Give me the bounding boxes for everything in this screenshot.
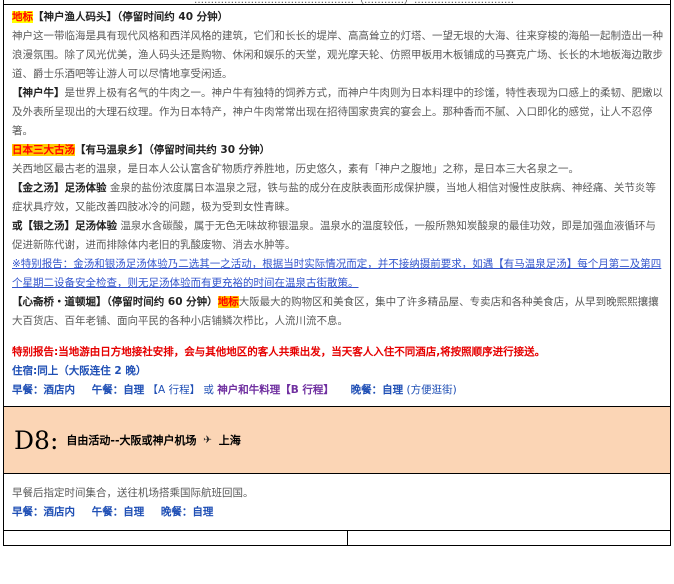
breakfast-info: 早餐：酒店内 xyxy=(12,384,75,396)
shinsaibashi-paragraph: 【心斋桥・道顿堀】（停留时间约 60 分钟）地标大阪最大的购物区和美食区，集中了… xyxy=(12,293,664,331)
kin-no-yu-text: 金泉的盐份浓度属日本温泉之冠，铁与盐的成分在皮肤表面形成保护膜，当地人相信对慢性… xyxy=(12,182,656,213)
lunch-plan-a: 【A 行程】 xyxy=(147,384,201,396)
dinner-note: (方便逛街) xyxy=(406,384,457,396)
arima-onsen-text: 关西地区最古老的温泉，是日本人公认富含矿物质疗养胜地，历史悠久，素有「神户之腹地… xyxy=(12,163,579,175)
ancient-spa-tag: 日本三大古汤 xyxy=(12,144,75,156)
day8-header: D8: 自由活动--大阪或神户机场 ✈ 上海 xyxy=(4,406,670,474)
shinsaibashi-title: 【心斋桥・道顿堀】（停留时间约 60 分钟） xyxy=(12,296,218,308)
meals-day8: 早餐：酒店内 午餐：自理 晚餐：自理 xyxy=(12,503,664,522)
next-row-cut-off xyxy=(4,530,670,545)
landmark-tag: 地标 xyxy=(12,11,33,23)
kobe-beef-title: 【神户牛】 xyxy=(12,87,65,99)
gin-no-yu-paragraph: 或【银之汤】足汤体验 温泉水含碳酸，属于无色无味故称银温泉。温泉水的温度较低，一… xyxy=(12,217,664,255)
kin-no-yu-paragraph: 【金之汤】足汤体验 金泉的盐份浓度属日本温泉之冠，铁与盐的成分在皮肤表面形成保护… xyxy=(12,179,664,217)
gin-no-yu-title: 【银之汤】足汤体验 xyxy=(22,220,118,232)
cut-off-text: …………………………………………（…………）………………………… xyxy=(194,0,514,4)
day8-destination: 上海 xyxy=(218,434,241,447)
airplane-icon: ✈ xyxy=(203,434,213,446)
lunch-plan-b: 神户和牛料理 xyxy=(217,384,281,396)
meals-day7: 早餐：酒店内 午餐：自理 【A 行程】 或 神户和牛料理【B 行程】 晚餐：自理… xyxy=(12,381,664,400)
cut-off-top-row: …………………………………………（…………）………………………… xyxy=(4,0,670,5)
itinerary-table: …………………………………………（…………）………………………… 地标【神户渔人… xyxy=(3,0,671,546)
kobe-harborland-text: 神户这一带临海是具有现代风格和西洋风格的建筑，它们和长长的堤岸、高高耸立的灯塔、… xyxy=(12,30,663,80)
kin-no-yu-title: 【金之汤】足汤体验 xyxy=(12,182,107,194)
kobe-harborland-title: 【神户渔人码头】（停留时间约 40 分钟） xyxy=(33,11,229,23)
lodging-info: 住宿:同上（大阪连住 2 晚） xyxy=(12,365,147,377)
kobe-harborland-paragraph: 地标【神户渔人码头】（停留时间约 40 分钟） xyxy=(12,8,664,27)
day8-number: D8: xyxy=(14,425,59,455)
dinner-info: 晚餐：自理 xyxy=(350,384,404,396)
arima-onsen-title: 【有马温泉乡】（停留时间共约 30 分钟） xyxy=(75,144,271,156)
arima-onsen-heading: 日本三大古汤【有马温泉乡】（停留时间共约 30 分钟） xyxy=(12,141,664,160)
gin-no-yu-or: 或 xyxy=(12,220,23,232)
lunch-or: 或 xyxy=(203,384,214,396)
local-tour-notice: 特别报告:当地游由日方地接社安排，会与其他地区的客人共乘出发，当天客人入住不同酒… xyxy=(12,346,546,358)
lunch-plan-b-tag: 【B 行程】 xyxy=(280,384,334,396)
day8-lunch: 午餐：自理 xyxy=(91,506,145,518)
day8-text: 早餐后指定时间集合，送往机场搭乘国际航班回国。 xyxy=(12,487,254,499)
landmark-tag-2: 地标 xyxy=(217,296,239,308)
kobe-beef-paragraph: 【神户牛】是世界上极有名气的牛肉之一。神户牛有独特的饲养方式，而神户牛肉则为日本… xyxy=(12,84,664,141)
next-row-cell-left xyxy=(4,531,348,545)
day7-details: 地标【神户渔人码头】（停留时间约 40 分钟） 神户这一带临海是具有现代风格和西… xyxy=(4,5,670,406)
day8-details: 早餐后指定时间集合，送往机场搭乘国际航班回国。 早餐：酒店内 午餐：自理 晚餐：… xyxy=(4,474,670,530)
kobe-beef-text: 是世界上极有名气的牛肉之一。神户牛有独特的饲养方式，而神户牛肉则为日本料理中的珍… xyxy=(12,87,663,137)
footbath-special-notice: ※特别报告：金汤和银汤足汤体验乃二选其一之活动，根据当时实际情况而定，并不接纳摄… xyxy=(12,258,662,289)
lunch-info: 午餐：自理 xyxy=(91,384,145,396)
day8-breakfast: 早餐：酒店内 xyxy=(12,506,75,518)
day8-dinner: 晚餐：自理 xyxy=(160,506,214,518)
day8-title: 自由活动--大阪或神户机场 xyxy=(66,434,197,447)
